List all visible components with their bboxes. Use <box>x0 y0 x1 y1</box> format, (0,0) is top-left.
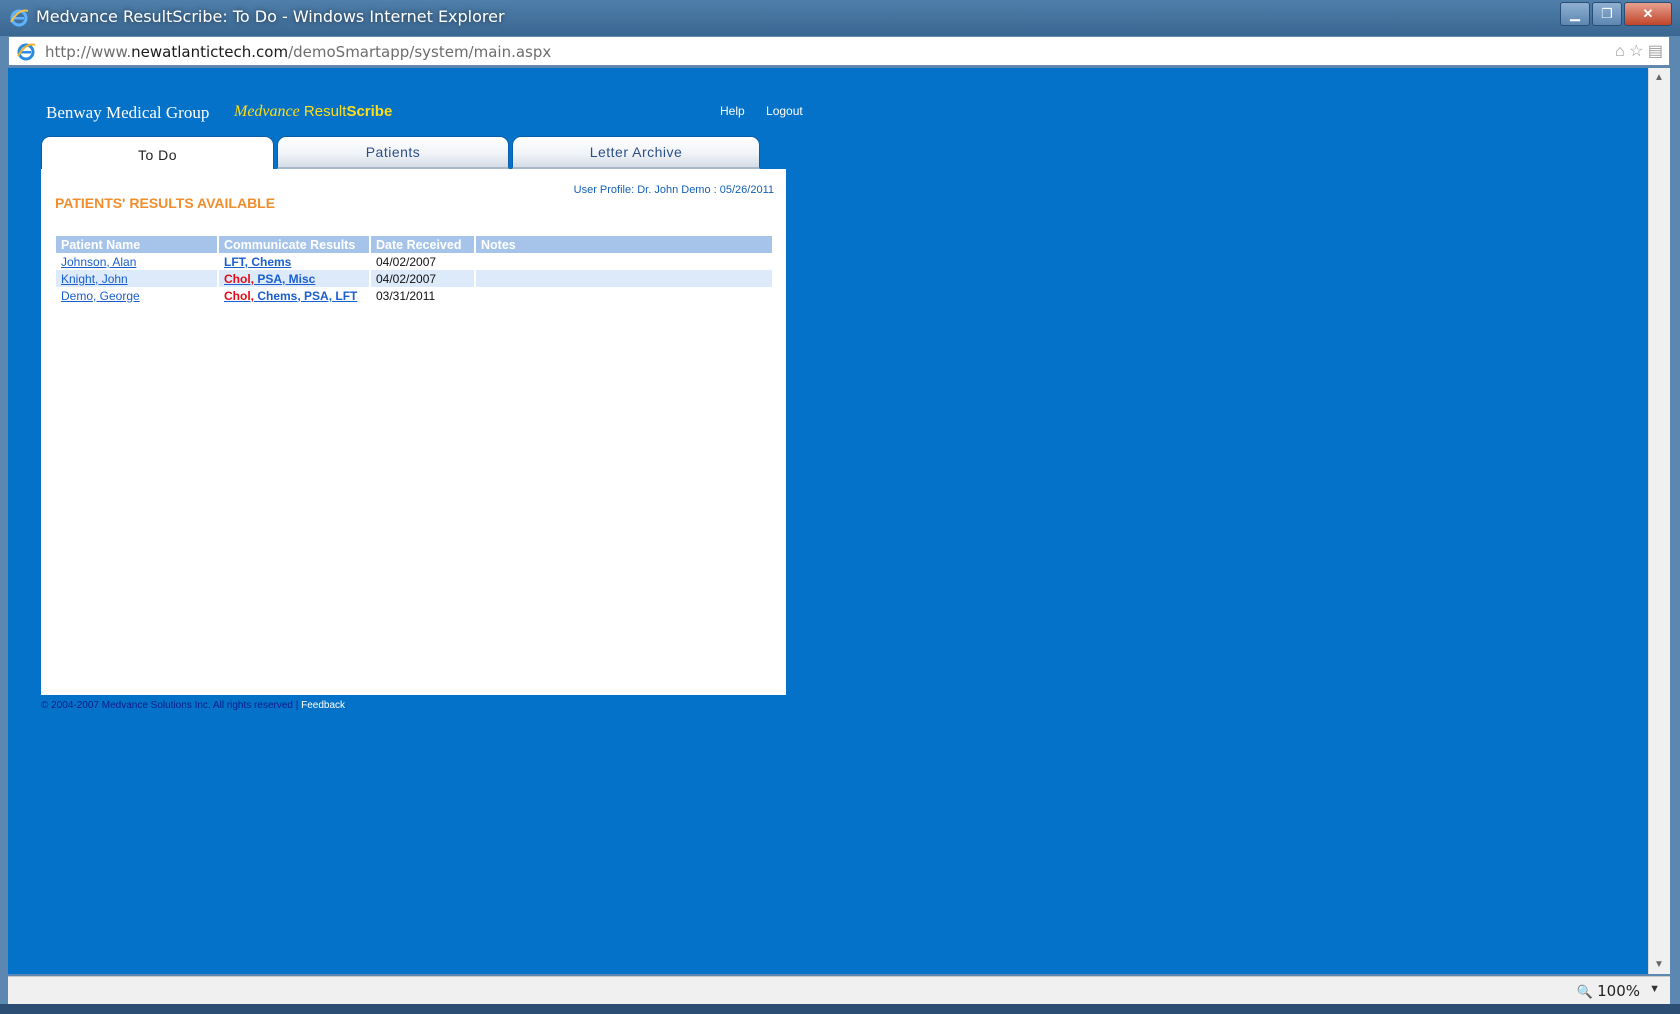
column-header: Communicate Results <box>218 236 371 253</box>
minimize-button[interactable]: ▁ <box>1560 2 1590 26</box>
vertical-scrollbar[interactable]: ▲ ▼ <box>1648 68 1670 974</box>
page-title: PATIENTS' RESULTS AVAILABLE <box>55 195 276 211</box>
communicate-results-link[interactable]: Chol, PSA, Misc <box>224 272 315 286</box>
product-logo: Medvance ResultScribe <box>234 103 393 120</box>
notes-cell <box>475 253 774 270</box>
ie-logo-icon <box>10 9 29 27</box>
patient-link[interactable]: Johnson, Alan <box>61 255 136 269</box>
maximize-button[interactable]: ❐ <box>1592 2 1622 26</box>
column-header: Date Received <box>370 236 476 253</box>
close-window-button[interactable]: ✕ <box>1624 2 1672 26</box>
date-received: 04/02/2007 <box>370 253 476 270</box>
todo-panel: User Profile: Dr. John Demo : 05/26/2011… <box>41 169 786 695</box>
url-text[interactable]: http://www.newatlantictech.com/demoSmart… <box>45 43 551 61</box>
ie-page-icon <box>17 43 36 61</box>
page-icon[interactable]: ⌂ ☆ ▤ <box>1615 41 1663 61</box>
browser-viewport: Benway Medical Group Medvance ResultScri… <box>8 68 1648 974</box>
main-tabs: To Do Patients Letter Archive <box>41 136 786 172</box>
tab-to-do[interactable]: To Do <box>41 136 274 172</box>
tab-patients[interactable]: Patients <box>277 136 509 169</box>
table-row: Demo, George Chol, Chems, PSA, LFT 03/31… <box>56 287 774 304</box>
window-title: Medvance ResultScribe: To Do - Windows I… <box>36 7 505 26</box>
practice-name: Benway Medical Group <box>46 103 210 122</box>
status-bar: 🔍 100% ▼ <box>8 976 1670 1004</box>
feedback-link[interactable]: Feedback <box>301 700 345 711</box>
patient-link[interactable]: Demo, George <box>61 289 140 303</box>
footer: © 2004-2007 Medvance Solutions Inc. All … <box>41 700 345 711</box>
copyright-text: © 2004-2007 Medvance Solutions Inc. All … <box>41 700 302 711</box>
table-row: Knight, John Chol, PSA, Misc 04/02/2007 <box>56 270 774 287</box>
communicate-results-link[interactable]: LFT, Chems <box>224 255 291 269</box>
scroll-down-icon[interactable]: ▼ <box>1654 959 1664 970</box>
help-link[interactable]: Help <box>720 104 745 118</box>
column-header: Patient Name <box>56 236 219 253</box>
column-header: Notes <box>475 236 774 253</box>
communicate-results-link[interactable]: Chol, Chems, PSA, LFT <box>224 289 357 303</box>
notes-cell <box>475 287 774 304</box>
tab-letter-archive[interactable]: Letter Archive <box>512 136 760 169</box>
chevron-down-icon[interactable]: ▼ <box>1649 983 1660 995</box>
date-received: 04/02/2007 <box>370 270 476 287</box>
address-bar[interactable]: http://www.newatlantictech.com/demoSmart… <box>8 36 1670 66</box>
taskbar <box>0 1004 1680 1014</box>
zoom-icon: 🔍 <box>1576 985 1594 1000</box>
notes-cell <box>475 270 774 287</box>
window-titlebar: Medvance ResultScribe: To Do - Windows I… <box>0 0 1680 36</box>
patient-link[interactable]: Knight, John <box>61 272 128 286</box>
table-row: Johnson, Alan LFT, Chems 04/02/2007 <box>56 253 774 270</box>
date-received: 03/31/2011 <box>370 287 476 304</box>
user-profile: User Profile: Dr. John Demo : 05/26/2011 <box>573 184 774 196</box>
scroll-up-icon[interactable]: ▲ <box>1654 72 1664 83</box>
table-header-row: Patient Name Communicate Results Date Re… <box>56 236 774 253</box>
logout-link[interactable]: Logout <box>766 104 803 118</box>
zoom-control[interactable]: 🔍 100% <box>1577 982 1640 1000</box>
results-table: Patient Name Communicate Results Date Re… <box>56 236 774 304</box>
